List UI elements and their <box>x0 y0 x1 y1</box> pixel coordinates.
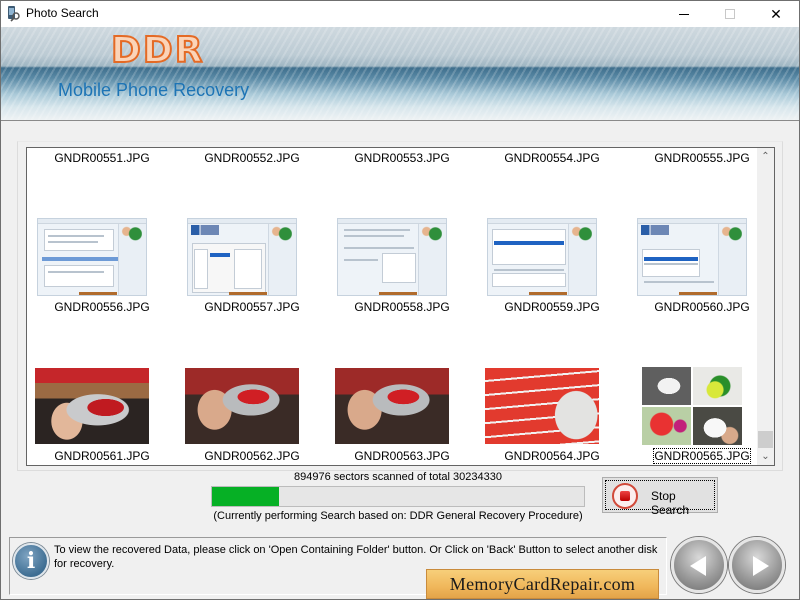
file-name: GNDR00564.JPG <box>504 449 600 463</box>
thumbnail-image <box>335 368 449 444</box>
file-name: GNDR00560.JPG <box>654 300 750 314</box>
app-icon <box>8 6 20 22</box>
minimize-button[interactable] <box>661 1 707 27</box>
file-name: GNDR00553.JPG <box>354 151 450 165</box>
file-name: GNDR00552.JPG <box>204 151 300 165</box>
close-icon: ✕ <box>770 5 782 22</box>
scroll-up-button[interactable]: ⌃ <box>757 148 774 165</box>
next-button[interactable] <box>729 537 785 593</box>
procedure-text: (Currently performing Search based on: D… <box>213 510 583 522</box>
thumbnail-image <box>337 218 447 296</box>
file-name: GNDR00562.JPG <box>204 449 300 463</box>
stop-search-button[interactable]: Stop Search <box>602 477 718 517</box>
scroll-down-button[interactable]: ⌄ <box>757 448 774 465</box>
file-name: GNDR00559.JPG <box>504 300 600 314</box>
info-text: To view the recovered Data, please click… <box>54 544 658 570</box>
file-name: GNDR00551.JPG <box>54 151 150 165</box>
file-name: GNDR00558.JPG <box>354 300 450 314</box>
thumbnail-image <box>37 218 147 296</box>
file-name: GNDR00555.JPG <box>654 151 750 165</box>
close-button[interactable]: ✕ <box>753 1 799 27</box>
selected-file-name: GNDR00565.JPG <box>653 448 751 464</box>
file-name: GNDR00561.JPG <box>54 449 150 463</box>
back-arrow-icon <box>690 556 706 576</box>
ddr-logo: DDR <box>110 29 205 72</box>
header-banner: DDR Mobile Phone Recovery <box>1 27 799 121</box>
chevron-down-icon: ⌄ <box>761 451 770 462</box>
minimize-icon <box>679 13 689 15</box>
title-bar: Photo Search ✕ <box>1 1 799 27</box>
next-arrow-icon <box>753 556 769 576</box>
file-name: GNDR00554.JPG <box>504 151 600 165</box>
photo-search-window: Photo Search ✕ DDR Mobile Phone Recovery… <box>0 0 800 600</box>
thumbnail-image <box>485 368 599 444</box>
thumbnail-image <box>35 368 149 444</box>
scan-status-text: 894976 sectors scanned of total 30234330 <box>294 471 502 483</box>
file-name: GNDR00563.JPG <box>354 449 450 463</box>
file-name: GNDR00556.JPG <box>54 300 150 314</box>
scrollbar-thumb[interactable] <box>758 431 773 448</box>
back-button[interactable] <box>671 537 727 593</box>
file-name: GNDR00557.JPG <box>204 300 300 314</box>
info-icon: i <box>13 543 49 579</box>
chevron-up-icon: ⌃ <box>761 151 770 162</box>
gallery-scrollbar[interactable]: ⌃ ⌄ <box>757 148 774 465</box>
maximize-button[interactable] <box>707 1 753 27</box>
file-name: GNDR00565.JPG <box>627 448 774 464</box>
brand-badge: MemoryCardRepair.com <box>426 569 659 599</box>
thumbnail-image <box>637 218 747 296</box>
scan-progress-bar <box>211 486 585 507</box>
thumbnail-image <box>187 218 297 296</box>
stop-icon <box>612 483 638 509</box>
stop-search-label: Stop Search <box>651 489 690 517</box>
progress-fill <box>212 487 279 506</box>
window-title: Photo Search <box>26 6 99 20</box>
thumbnail-image <box>642 367 742 445</box>
recovered-photos-gallery[interactable]: GNDR00551.JPG GNDR00552.JPG GNDR00553.JP… <box>26 147 775 466</box>
thumbnail-image <box>487 218 597 296</box>
thumbnail-image <box>185 368 299 444</box>
product-name: Mobile Phone Recovery <box>58 80 250 100</box>
maximize-icon <box>725 9 735 19</box>
